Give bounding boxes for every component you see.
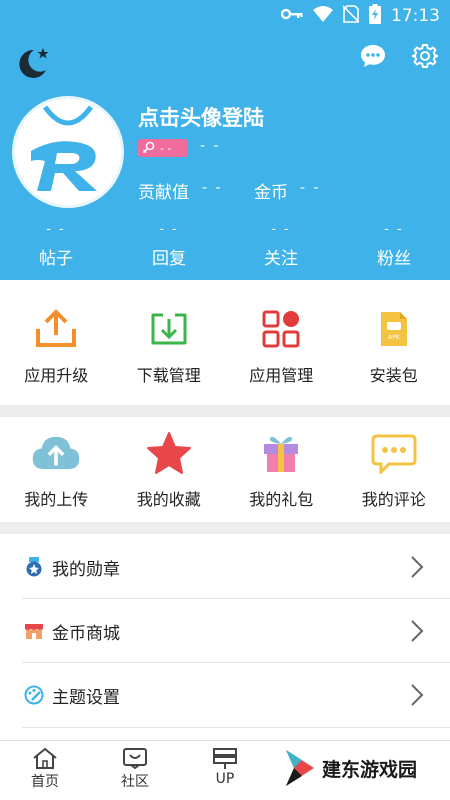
counter-value: - - (384, 222, 404, 237)
list-item-label: 主题设置 (52, 687, 120, 708)
chevron-right-icon (411, 684, 424, 706)
login-prompt[interactable]: 点击头像登陆 (138, 102, 264, 132)
watermark: 建东游戏园 (284, 748, 417, 788)
svg-text:APK: APK (388, 334, 401, 341)
grid-item-label: 我的礼包 (249, 490, 314, 509)
tab-label: 首页 (31, 774, 59, 790)
grid-item-my-uploads[interactable]: 我的上传 (0, 428, 113, 510)
list-divider (22, 727, 450, 728)
counter-replies[interactable]: - - 回复 (134, 222, 204, 269)
level-value: - - (200, 138, 221, 154)
list-item-label: 金币商城 (52, 623, 120, 644)
counter-value: - - (271, 222, 291, 237)
clock: 17:13 (391, 6, 440, 26)
grid-item-label: 应用管理 (249, 366, 314, 385)
grid-item-my-gifts[interactable]: 我的礼包 (225, 428, 338, 510)
counter-label: 回复 (152, 249, 186, 269)
tab-label: UP (215, 771, 235, 787)
cloud-upload-icon (31, 428, 81, 478)
settings-gear-icon[interactable] (411, 42, 439, 70)
contribution-value: - - (202, 180, 223, 196)
message-icon[interactable] (359, 42, 387, 70)
grid-item-app-upgrade[interactable]: 应用升级 (0, 304, 113, 386)
counter-label: 关注 (264, 249, 298, 269)
wifi-icon (313, 5, 333, 27)
tab-community[interactable]: 社区 (105, 747, 165, 791)
avatar[interactable] (12, 96, 124, 208)
list-item-label: 我的勋章 (52, 559, 120, 580)
list-item-my-medals[interactable]: 我的勋章 (0, 535, 450, 599)
counter-value: - - (46, 222, 66, 237)
list-item-coin-shop[interactable]: 金币商城 (0, 599, 450, 663)
chevron-right-icon (411, 556, 424, 578)
no-sim-icon (342, 4, 360, 28)
counter-label: 帖子 (39, 249, 73, 269)
grid-item-label: 我的评论 (361, 490, 426, 509)
counter-value: - - (159, 222, 179, 237)
tab-up[interactable]: UP (195, 747, 255, 787)
night-mode-icon[interactable] (14, 44, 52, 82)
counter-fans[interactable]: - - 粉丝 (359, 222, 429, 269)
community-icon (123, 748, 147, 769)
battery-charging-icon (369, 3, 381, 29)
grid-item-my-favorites[interactable]: 我的收藏 (113, 428, 226, 510)
profile-header: 17:13 点击头像登陆 - - - - 贡献值 - - 金币 - - - - … (0, 0, 450, 280)
app-grid-icon (256, 304, 306, 354)
coins-value: - - (300, 180, 321, 196)
gift-icon (256, 428, 306, 478)
grid-item-label: 我的收藏 (136, 490, 201, 509)
my-grid: 我的上传 我的收藏 我的礼包 我的评论 (0, 428, 450, 510)
comment-icon (369, 428, 419, 478)
download-tray-icon (144, 304, 194, 354)
upload-tray-icon (31, 304, 81, 354)
coins-label: 金币 (254, 183, 288, 203)
app-logo-icon (15, 99, 121, 205)
counter-label: 粉丝 (377, 249, 411, 269)
palette-icon (24, 685, 44, 705)
section-divider (0, 405, 450, 417)
level-badge: - - (138, 139, 188, 157)
grid-item-label: 下载管理 (136, 366, 201, 385)
medal-icon (24, 557, 44, 577)
grid-item-app-manager[interactable]: 应用管理 (225, 304, 338, 386)
grid-item-download-manager[interactable]: 下载管理 (113, 304, 226, 386)
status-bar: 17:13 (280, 3, 440, 29)
watermark-text: 建东游戏园 (322, 758, 418, 781)
watermark-logo-icon (286, 750, 314, 786)
grid-item-label: 安装包 (369, 366, 418, 385)
star-icon (144, 428, 194, 478)
counter-posts[interactable]: - - 帖子 (21, 222, 91, 269)
home-icon (33, 747, 57, 769)
level-text: - - (160, 141, 172, 155)
up-icon (213, 748, 237, 769)
section-divider (0, 522, 450, 534)
female-icon (142, 140, 156, 157)
tab-home[interactable]: 首页 (15, 747, 75, 791)
tab-label: 社区 (121, 774, 149, 790)
chevron-right-icon (411, 620, 424, 642)
counter-following[interactable]: - - 关注 (246, 222, 316, 269)
shop-icon (24, 621, 44, 641)
apk-file-icon: APK (369, 304, 419, 354)
grid-item-my-comments[interactable]: 我的评论 (338, 428, 450, 510)
grid-item-label: 应用升级 (24, 366, 89, 385)
tools-grid: 应用升级 下载管理 应用管理 APK 安装包 (0, 304, 450, 386)
grid-item-apk[interactable]: APK 安装包 (338, 304, 450, 386)
list-item-theme-settings[interactable]: 主题设置 (0, 663, 450, 727)
contribution-label: 贡献值 (138, 183, 189, 203)
key-icon (280, 6, 303, 26)
grid-item-label: 我的上传 (24, 490, 89, 509)
